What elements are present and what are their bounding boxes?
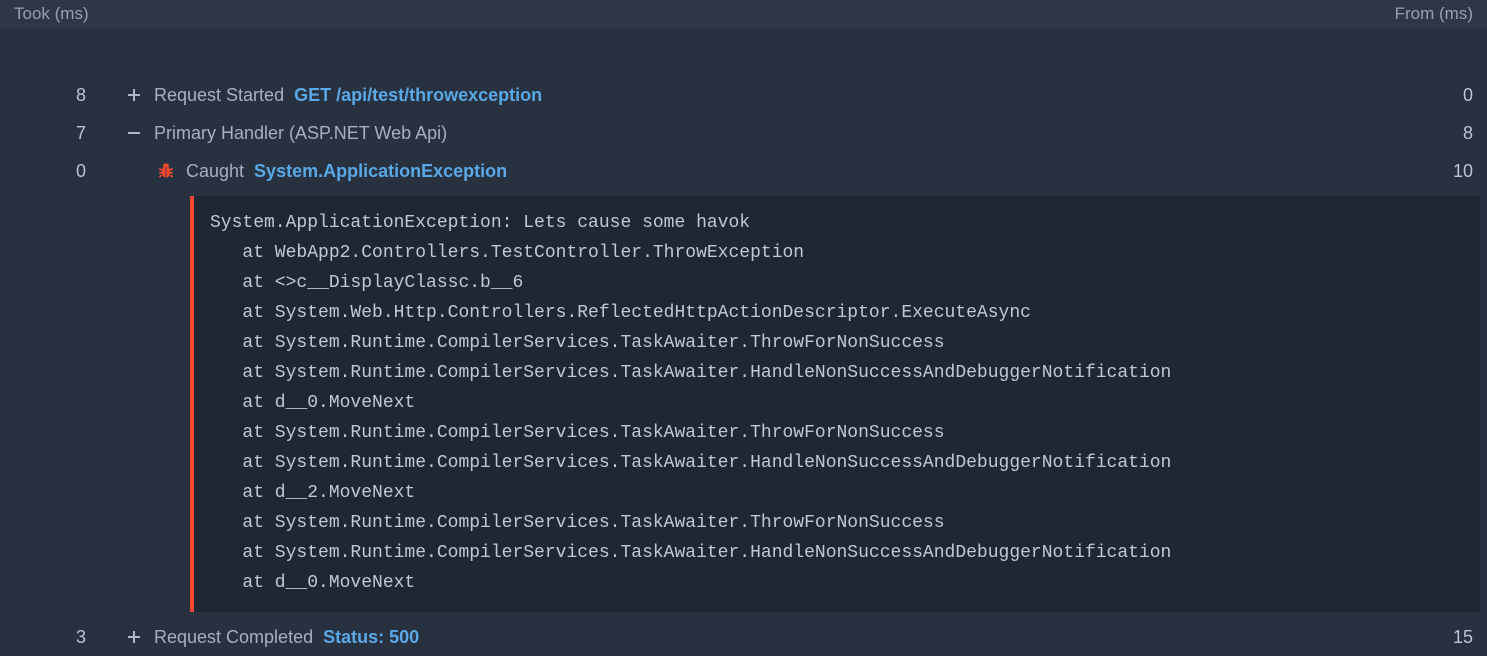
took-value: 3 (14, 627, 94, 648)
caught-label: Caught (186, 161, 244, 182)
from-header-label: From (ms) (1395, 4, 1473, 24)
trace-pad (14, 196, 190, 612)
gap (0, 28, 1487, 76)
from-value: 10 (1413, 161, 1473, 182)
from-value: 0 (1413, 85, 1473, 106)
request-completed-label: Request Completed (154, 627, 313, 648)
stack-trace[interactable]: System.ApplicationException: Lets cause … (190, 196, 1480, 612)
request-completed-status[interactable]: Status: 500 (323, 627, 419, 648)
row-primary-handler[interactable]: 7 Primary Handler (ASP.NET Web Api) 8 (0, 114, 1487, 152)
row-request-started[interactable]: 8 Request Started GET /api/test/throwexc… (0, 76, 1487, 114)
from-value: 8 (1413, 123, 1473, 144)
minus-icon[interactable] (124, 123, 144, 143)
took-value: 8 (14, 85, 94, 106)
timeline-header: Took (ms) From (ms) (0, 0, 1487, 28)
primary-handler-label: Primary Handler (ASP.NET Web Api) (154, 123, 447, 144)
from-value: 15 (1413, 627, 1473, 648)
plus-icon[interactable] (124, 627, 144, 647)
plus-icon[interactable] (124, 85, 144, 105)
took-header-label: Took (ms) (14, 4, 89, 24)
caught-exception-type[interactable]: System.ApplicationException (254, 161, 507, 182)
request-started-detail[interactable]: GET /api/test/throwexception (294, 85, 542, 106)
request-started-label: Request Started (154, 85, 284, 106)
row-request-completed[interactable]: 3 Request Completed Status: 500 15 (0, 618, 1487, 656)
stack-trace-container: System.ApplicationException: Lets cause … (14, 196, 1473, 612)
took-value: 7 (14, 123, 94, 144)
took-value: 0 (14, 161, 94, 182)
row-caught-exception[interactable]: 0 Caught System.ApplicationException 10 (0, 152, 1487, 190)
bug-icon (156, 161, 176, 181)
